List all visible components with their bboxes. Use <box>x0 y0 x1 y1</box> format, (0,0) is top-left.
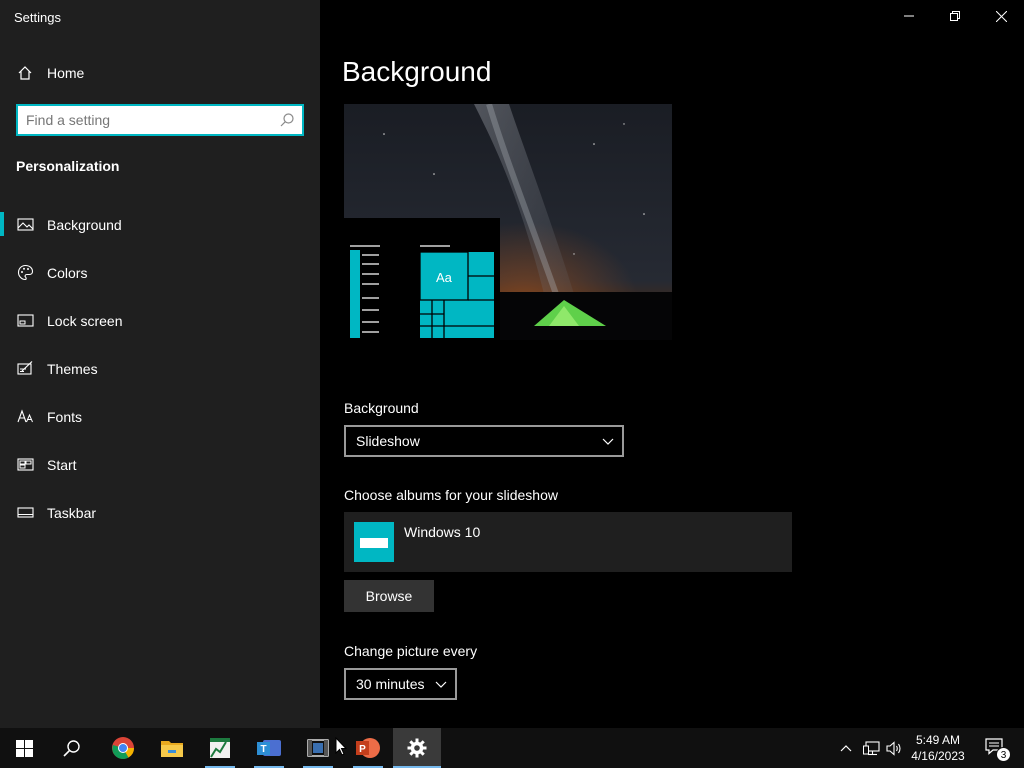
taskbar-chrome[interactable] <box>99 728 147 768</box>
lock-screen-icon <box>17 314 34 327</box>
app-title: Settings <box>14 10 61 25</box>
home-button[interactable]: Home <box>0 58 320 88</box>
active-indicator <box>0 212 4 236</box>
taskbar-search-button[interactable] <box>48 728 96 768</box>
svg-text:P: P <box>359 744 366 755</box>
background-preview: Aa <box>344 104 672 340</box>
search-icon <box>280 113 294 127</box>
sidebar-nav: Background Colors Lock screen Themes Fon… <box>0 206 320 542</box>
sidebar-item-lock-screen[interactable]: Lock screen <box>0 302 320 350</box>
albums-label: Choose albums for your slideshow <box>344 487 558 503</box>
settings-sidebar: Settings Home Personalization Background <box>0 0 320 728</box>
action-center-button[interactable]: 3 <box>976 728 1016 768</box>
sidebar-item-label: Taskbar <box>47 505 97 521</box>
search-box[interactable] <box>16 104 304 136</box>
taskbar-powerpoint[interactable]: P <box>344 728 392 768</box>
minimize-button[interactable] <box>886 0 932 32</box>
close-button[interactable] <box>978 0 1024 32</box>
restore-icon <box>950 11 960 21</box>
taskbar-excel[interactable] <box>196 728 244 768</box>
file-explorer-icon <box>161 741 183 757</box>
taskbar: T P 5:49 AM 4/16/2023 3 <box>0 728 1024 768</box>
chevron-up-icon <box>840 745 852 752</box>
taskbar-settings[interactable] <box>393 728 441 768</box>
network-icon <box>862 740 880 755</box>
sidebar-item-background[interactable]: Background <box>0 206 320 254</box>
picture-icon <box>17 218 34 231</box>
excel-icon <box>210 738 230 758</box>
sidebar-item-label: Themes <box>47 361 98 377</box>
wallpaper-preview-image <box>344 104 672 340</box>
page-title: Background <box>342 56 492 87</box>
search-input[interactable] <box>26 107 276 133</box>
teams-icon: T <box>257 740 281 756</box>
taskbar-file-explorer[interactable] <box>148 728 196 768</box>
background-type-dropdown[interactable]: Slideshow <box>344 425 624 457</box>
video-editor-icon <box>307 739 329 757</box>
interval-dropdown[interactable]: 30 minutes <box>344 668 457 700</box>
browse-button[interactable]: Browse <box>344 580 434 612</box>
album-thumbnail-icon <box>354 522 394 562</box>
sidebar-item-label: Colors <box>47 265 88 281</box>
start-button[interactable] <box>0 728 48 768</box>
sidebar-item-taskbar[interactable]: Taskbar <box>0 494 320 542</box>
minimize-icon <box>904 15 914 17</box>
clock-date: 4/16/2023 <box>911 749 965 763</box>
album-name: Windows 10 <box>404 524 481 540</box>
network-button[interactable] <box>860 728 882 768</box>
interval-label: Change picture every <box>344 643 478 659</box>
themes-icon <box>17 361 33 375</box>
album-item[interactable]: Windows 10 <box>344 512 792 572</box>
restore-button[interactable] <box>932 0 978 32</box>
svg-text:T: T <box>260 744 266 755</box>
home-label: Home <box>47 65 85 81</box>
chevron-down-icon <box>602 438 614 445</box>
taskbar-teams[interactable]: T <box>245 728 293 768</box>
taskbar-icon <box>17 507 34 518</box>
close-icon <box>995 10 1007 22</box>
background-type-label: Background <box>344 400 419 416</box>
powerpoint-icon: P <box>356 738 380 758</box>
search-icon <box>63 740 80 757</box>
settings-gear-icon <box>407 738 427 758</box>
palette-icon <box>17 264 34 281</box>
sidebar-item-start[interactable]: Start <box>0 446 320 494</box>
sidebar-item-label: Background <box>47 217 122 233</box>
fonts-icon <box>17 409 33 423</box>
sidebar-item-label: Lock screen <box>47 313 123 329</box>
sidebar-item-themes[interactable]: Themes <box>0 350 320 398</box>
sidebar-item-colors[interactable]: Colors <box>0 254 320 302</box>
section-title: Personalization <box>16 158 120 174</box>
chrome-icon <box>112 737 134 759</box>
clock-time: 5:49 AM <box>915 733 961 747</box>
background-type-value: Slideshow <box>356 433 420 449</box>
speaker-icon <box>885 740 901 756</box>
sidebar-item-label: Start <box>47 457 77 473</box>
mouse-cursor-icon <box>335 737 348 756</box>
chevron-down-icon <box>435 681 447 688</box>
volume-button[interactable] <box>883 728 905 768</box>
notification-count-badge: 3 <box>996 747 1011 762</box>
sidebar-item-label: Fonts <box>47 409 83 425</box>
home-icon <box>18 66 32 80</box>
taskbar-clock[interactable]: 5:49 AM 4/16/2023 <box>906 732 970 764</box>
preview-tile-text: Aa <box>436 270 452 285</box>
start-icon <box>17 458 34 471</box>
show-hidden-icons-button[interactable] <box>836 728 856 768</box>
windows-logo-icon <box>15 739 33 757</box>
sidebar-item-fonts[interactable]: Fonts <box>0 398 320 446</box>
interval-value: 30 minutes <box>356 676 425 692</box>
